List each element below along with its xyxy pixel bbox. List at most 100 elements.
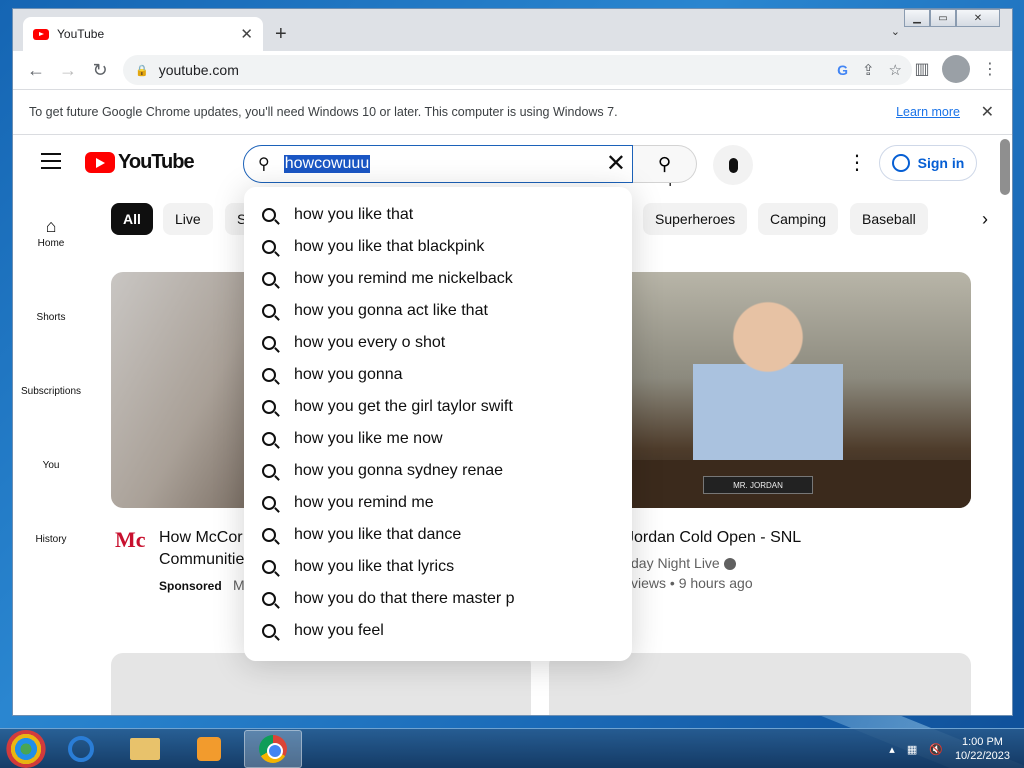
url-text[interactable]: youtube.com — [159, 62, 837, 78]
sidebar-item-home[interactable]: ⌂ Home — [13, 195, 89, 269]
reload-button[interactable]: ↻ — [85, 55, 115, 85]
sign-in-button[interactable]: Sign in — [879, 145, 977, 181]
system-tray: ▴ ▦ 🔇 1:00 PM 10/22/2023 — [889, 729, 1010, 768]
channel-name[interactable]: day Night Live — [631, 555, 736, 571]
taskbar-media-player[interactable] — [180, 730, 238, 768]
search-button[interactable]: ⚲ — [633, 145, 697, 183]
chip-camping[interactable]: Camping — [758, 203, 839, 235]
search-icon — [262, 400, 276, 414]
new-tab-button[interactable]: + — [275, 23, 287, 46]
sidebar: ⌂ Home Shorts Subscriptions You History — [13, 195, 89, 565]
bookmark-star-icon[interactable]: ☆ — [889, 61, 902, 79]
search-icon — [262, 528, 276, 542]
sidebar-item-history[interactable]: History — [13, 491, 89, 565]
search-icon — [262, 240, 276, 254]
sponsored-label: Sponsored — [159, 579, 222, 593]
tab-youtube[interactable]: YouTube ✕ — [23, 17, 263, 51]
home-icon: ⌂ — [45, 215, 57, 236]
search-input[interactable]: howcowuuu — [283, 155, 371, 173]
suggestion-item[interactable]: how you like that lyrics — [244, 551, 632, 583]
suggestion-item[interactable]: how you remind me nickelback — [244, 263, 632, 295]
suggestion-item[interactable]: how you like me now — [244, 423, 632, 455]
taskbar-explorer[interactable] — [116, 730, 174, 768]
sidebar-item-you[interactable]: You — [13, 417, 89, 491]
search-icon — [262, 624, 276, 638]
suggestion-item[interactable]: how you gonna sydney renae — [244, 455, 632, 487]
search-icon — [262, 336, 276, 350]
sidebar-item-subscriptions[interactable]: Subscriptions — [13, 343, 89, 417]
chip-all[interactable]: All — [111, 203, 153, 235]
video-title[interactable]: Jordan Cold Open - SNL — [626, 529, 801, 547]
suggestion-text: how you do that there master p — [294, 590, 515, 607]
share-icon[interactable]: ⇪ — [862, 61, 875, 79]
search-suggestions: how you like that how you like that black… — [244, 187, 632, 661]
start-button[interactable] — [6, 729, 46, 768]
suggestion-item[interactable]: how you get the girl taylor swift — [244, 391, 632, 423]
clock[interactable]: 1:00 PM 10/22/2023 — [955, 735, 1010, 763]
sidebar-item-shorts[interactable]: Shorts — [13, 269, 89, 343]
video-title[interactable]: How McCor — [159, 529, 243, 547]
profile-button[interactable] — [942, 55, 970, 83]
back-button[interactable]: ← — [21, 55, 51, 85]
youtube-logo[interactable]: YouTube — [85, 151, 195, 174]
suggestion-item[interactable]: how you like that dance — [244, 519, 632, 551]
chrome-menu-icon[interactable]: ⋮ — [976, 55, 1004, 83]
suggestion-text: how you gonna sydney renae — [294, 462, 504, 479]
suggestion-item[interactable]: how you feel — [244, 615, 632, 647]
network-icon[interactable]: ▦ — [907, 743, 917, 756]
page-scrollbar[interactable] — [1000, 139, 1010, 195]
window-close-button[interactable]: ✕ — [956, 9, 1000, 27]
voice-search-button[interactable] — [713, 145, 753, 185]
video-title-line2[interactable]: Communitie — [159, 551, 244, 569]
taskbar-chrome[interactable] — [244, 729, 302, 768]
forward-button[interactable]: → — [53, 55, 83, 85]
suggestion-text: how you every o shot — [294, 334, 446, 351]
clock-time: 1:00 PM — [961, 736, 1003, 748]
chip-live[interactable]: Live — [163, 203, 213, 235]
suggestion-item[interactable]: how you gonna — [244, 359, 632, 391]
settings-menu-icon[interactable]: ⋮ — [847, 153, 867, 173]
account-icon — [891, 154, 910, 172]
show-hidden-icons-icon[interactable]: ▴ — [889, 743, 895, 756]
channel-avatar[interactable]: Mc — [115, 527, 146, 553]
search-box[interactable]: ⚲ howcowuuu ✕ I — [243, 145, 672, 190]
search-icon — [262, 368, 276, 382]
suggestion-item[interactable]: how you gonna act like that — [244, 295, 632, 327]
suggestion-item[interactable]: how you remind me — [244, 487, 632, 519]
video-thumbnail[interactable]: MR. JORDAN L — [573, 272, 971, 508]
browser-toolbar: ← → ↻ 🔒 youtube.com G ⇪ ☆ ▥ ⋮ — [13, 51, 1012, 89]
media-player-icon — [197, 736, 221, 761]
suggestion-text: how you remind me — [294, 494, 434, 511]
search-button-icon: ⚲ — [657, 153, 672, 174]
suggestion-item[interactable]: how you every o shot — [244, 327, 632, 359]
clear-search-icon[interactable]: ✕ — [606, 151, 626, 177]
tab-close-icon[interactable]: ✕ — [240, 25, 253, 43]
youtube-header: YouTube ⚲ howcowuuu ✕ I ⚲ ⋮ Sign in — [13, 135, 1012, 195]
suggestion-text: how you like that lyrics — [294, 558, 455, 575]
minimize-button[interactable]: ▁ — [904, 9, 930, 27]
side-panel-icon[interactable]: ▥ — [908, 55, 936, 83]
menu-icon[interactable] — [41, 153, 61, 174]
suggestion-text: how you gonna act like that — [294, 302, 488, 319]
loading-placeholder — [549, 653, 971, 715]
loading-placeholder — [111, 653, 531, 715]
google-translate-icon[interactable]: G — [837, 62, 848, 78]
infobar-close-icon[interactable]: ✕ — [981, 102, 994, 122]
chip-superheroes[interactable]: Superheroes — [643, 203, 748, 235]
sidebar-item-label: Home — [37, 237, 65, 249]
suggestion-item[interactable]: how you do that there master p — [244, 583, 632, 615]
volume-muted-icon[interactable]: 🔇 — [929, 743, 943, 756]
suggestion-item[interactable]: how you like that — [244, 199, 632, 231]
address-bar[interactable]: 🔒 youtube.com G ⇪ ☆ — [123, 55, 912, 85]
chip-baseball[interactable]: Baseball — [850, 203, 928, 235]
maximize-button[interactable]: ▭ — [930, 9, 956, 27]
update-infobar: To get future Google Chrome updates, you… — [13, 89, 1012, 135]
chevron-right-icon[interactable]: › — [982, 209, 988, 230]
suggestion-item[interactable]: how you like that blackpink — [244, 231, 632, 263]
internet-explorer-icon — [68, 735, 94, 762]
infobar-message: To get future Google Chrome updates, you… — [29, 105, 618, 119]
tab-search-chevron-icon[interactable]: ⌄ — [891, 25, 900, 38]
learn-more-link[interactable]: Learn more — [896, 105, 960, 119]
taskbar-ie[interactable] — [52, 730, 110, 768]
youtube-favicon-icon — [33, 28, 49, 40]
